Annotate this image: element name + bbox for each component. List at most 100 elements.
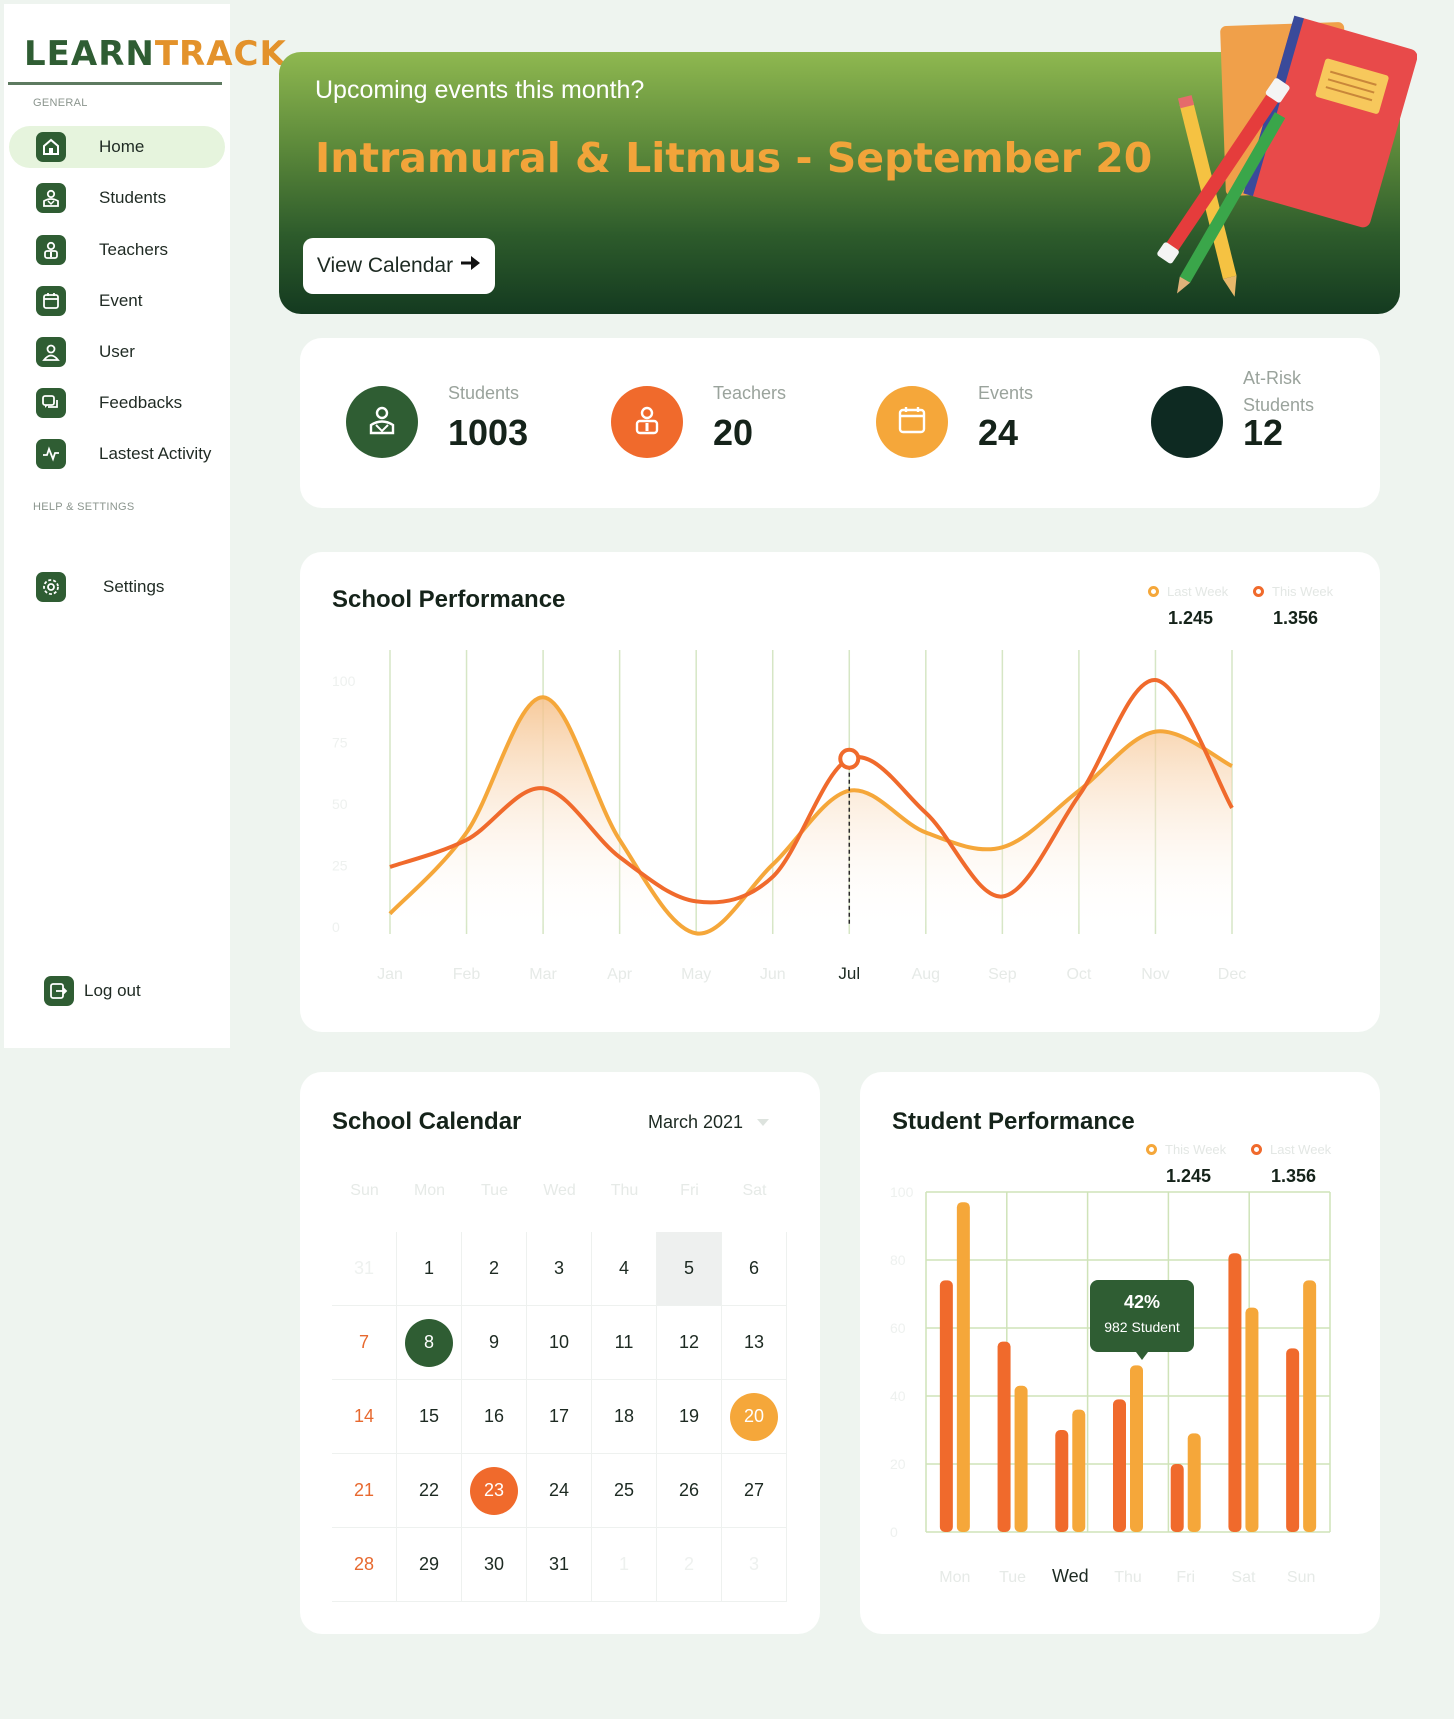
- x-tick-label: Sat: [1231, 1569, 1256, 1586]
- calendar-day-number: 19: [678, 1406, 700, 1426]
- calendar-day[interactable]: 3: [527, 1232, 592, 1306]
- calendar-day[interactable]: 6: [722, 1232, 787, 1306]
- calendar-day[interactable]: 5: [657, 1232, 722, 1306]
- stat-label: Teachers: [713, 383, 787, 403]
- teacher-icon: [629, 402, 665, 443]
- sidebar-item-settings[interactable]: Settings: [9, 566, 225, 608]
- y-tick-label: 0: [332, 919, 340, 935]
- legend-item-this-week[interactable]: This Week: [1146, 1142, 1226, 1157]
- data-point-this-week: [465, 838, 469, 842]
- legend-label: This Week: [1165, 1142, 1227, 1157]
- calendar-day[interactable]: 31: [332, 1232, 397, 1306]
- y-tick-label: 40: [890, 1388, 906, 1404]
- calendar-day-number: 6: [748, 1258, 759, 1278]
- highlight-point: [838, 747, 861, 770]
- data-point-this-week: [618, 855, 622, 859]
- y-tick-label: 25: [332, 858, 348, 874]
- sidebar-item-event[interactable]: Event: [9, 280, 225, 322]
- calendar-day[interactable]: 19: [657, 1380, 722, 1454]
- x-tick-label: Thu: [1114, 1569, 1142, 1586]
- calendar-day[interactable]: 12: [657, 1306, 722, 1380]
- data-point-last-week: [618, 838, 622, 842]
- stat-icon-circle: [611, 386, 683, 458]
- calendar-day[interactable]: 2: [462, 1232, 527, 1306]
- sidebar-item-feedbacks[interactable]: Feedbacks: [9, 382, 225, 424]
- bar-this-week: [1072, 1409, 1086, 1532]
- calendar-day[interactable]: 18: [592, 1380, 657, 1454]
- calendar-day-number: 17: [548, 1406, 570, 1426]
- x-tick-label: Jul: [838, 964, 860, 983]
- logout-button[interactable]: Log out: [44, 976, 141, 1006]
- calendar-day[interactable]: 14: [332, 1380, 397, 1454]
- calendar-day[interactable]: 11: [592, 1306, 657, 1380]
- calendar-day[interactable]: 8: [397, 1306, 462, 1380]
- calendar-day-number: 10: [548, 1332, 570, 1352]
- sidebar-item-latest-activity[interactable]: Lastest Activity: [9, 433, 225, 475]
- home-icon: [36, 132, 66, 162]
- bar-last-week: [1055, 1430, 1069, 1532]
- sidebar-item-teachers[interactable]: Teachers: [9, 229, 225, 271]
- calendar-day[interactable]: 31: [527, 1528, 592, 1602]
- calendar-day-number: 12: [678, 1332, 700, 1352]
- calendar-day[interactable]: 29: [397, 1528, 462, 1602]
- student-icon: [364, 402, 400, 443]
- data-point-this-week: [1153, 678, 1157, 682]
- banner-subtitle: Upcoming events this month?: [315, 76, 645, 104]
- legend-item-last-week[interactable]: Last Week: [1148, 584, 1228, 599]
- legend-item-last-week[interactable]: Last Week: [1251, 1142, 1331, 1157]
- calendar-day[interactable]: 28: [332, 1528, 397, 1602]
- bar-this-week: [956, 1202, 970, 1532]
- bar-this-week: [1187, 1433, 1201, 1532]
- student-icon: [36, 183, 66, 213]
- calendar-day[interactable]: 16: [462, 1380, 527, 1454]
- calendar-day[interactable]: 20: [722, 1380, 787, 1454]
- calendar-day[interactable]: 2: [657, 1528, 722, 1602]
- teacher-icon: [36, 235, 66, 265]
- calendar-day-number: 9: [488, 1332, 499, 1352]
- month-select[interactable]: March 2021: [648, 1112, 770, 1133]
- sidebar-item-label: Lastest Activity: [99, 444, 212, 463]
- sidebar-item-home[interactable]: Home: [9, 126, 225, 168]
- calendar-day-number: 24: [548, 1480, 570, 1500]
- calendar-day-number: 27: [743, 1480, 765, 1500]
- legend-item-this-week[interactable]: This Week: [1253, 584, 1333, 599]
- calendar-day[interactable]: 25: [592, 1454, 657, 1528]
- x-tick-label: Apr: [607, 966, 633, 983]
- calendar-day[interactable]: 4: [592, 1232, 657, 1306]
- view-calendar-button[interactable]: View Calendar: [303, 238, 495, 294]
- calendar-day[interactable]: 1: [397, 1232, 462, 1306]
- calendar-day[interactable]: 3: [722, 1528, 787, 1602]
- data-point-last-week: [924, 831, 928, 835]
- calendar-day[interactable]: 26: [657, 1454, 722, 1528]
- x-tick-label: Oct: [1066, 966, 1091, 983]
- calendar-day[interactable]: 24: [527, 1454, 592, 1528]
- calendar-day-highlight: 20: [730, 1392, 778, 1441]
- logout-label: Log out: [84, 981, 141, 1000]
- sidebar-item-user[interactable]: User: [9, 331, 225, 373]
- calendar-day-number: 7: [358, 1332, 369, 1352]
- legend-marker: [1251, 1144, 1262, 1155]
- calendar-day[interactable]: 15: [397, 1380, 462, 1454]
- calendar-day[interactable]: 17: [527, 1380, 592, 1454]
- calendar-day[interactable]: 9: [462, 1306, 527, 1380]
- legend-label: This Week: [1272, 584, 1334, 599]
- calendar-day[interactable]: 21: [332, 1454, 397, 1528]
- stat-value: 1003: [448, 412, 529, 453]
- sidebar-item-students[interactable]: Students: [9, 177, 225, 219]
- calendar-day[interactable]: 13: [722, 1306, 787, 1380]
- gear-icon: [36, 572, 66, 602]
- calendar-day[interactable]: 27: [722, 1454, 787, 1528]
- data-point-last-week: [694, 931, 698, 935]
- calendar-day[interactable]: 7: [332, 1306, 397, 1380]
- calendar-day[interactable]: 23: [462, 1454, 527, 1528]
- calendar-day[interactable]: 10: [527, 1306, 592, 1380]
- calendar-day[interactable]: 1: [592, 1528, 657, 1602]
- stat-label: At-Risk Students: [1243, 368, 1315, 415]
- y-tick-label: 0: [890, 1524, 898, 1540]
- calendar-day[interactable]: 30: [462, 1528, 527, 1602]
- x-tick-label: Jun: [760, 966, 786, 983]
- x-tick-label: Mar: [529, 966, 557, 983]
- section-label-help: HELP & SETTINGS: [33, 501, 135, 513]
- calendar-day[interactable]: 22: [397, 1454, 462, 1528]
- student-performance-card: 0 20 40 60 80 100 Mon Tue Wed Thu Fri Sat Sun Studen…: [860, 1072, 1380, 1634]
